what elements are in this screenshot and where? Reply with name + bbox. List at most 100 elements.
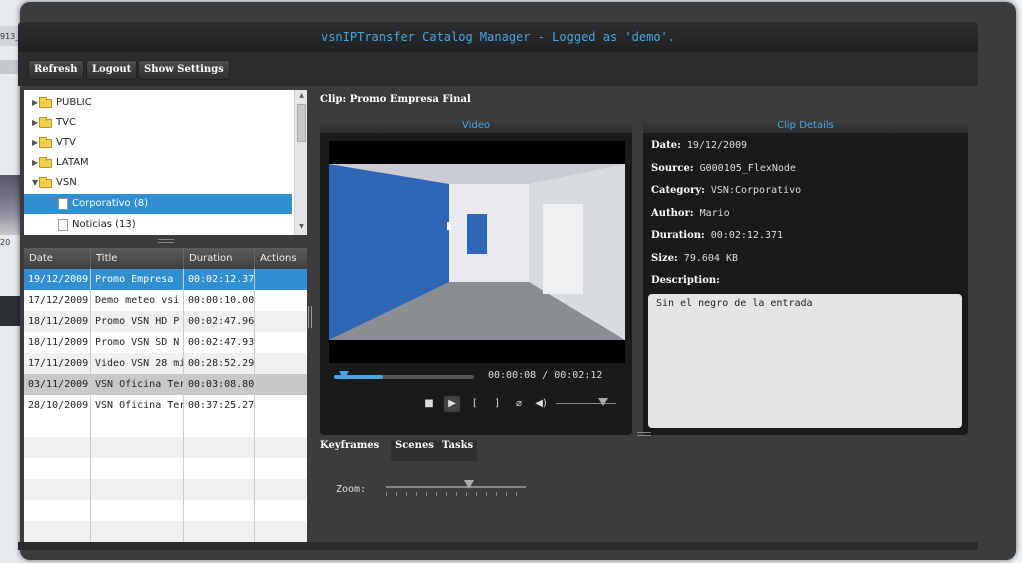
detail-description-label: Description: <box>651 275 720 286</box>
refresh-button[interactable]: Refresh <box>28 60 84 80</box>
column-header-title[interactable]: Title <box>91 248 184 269</box>
document-icon <box>58 198 68 210</box>
expand-arrow-icon[interactable]: ▶ <box>32 113 38 133</box>
column-header-date[interactable]: Date <box>24 248 91 269</box>
empty-cell <box>184 437 255 458</box>
empty-cell <box>184 479 255 500</box>
table-row[interactable]: 17/12/2009 Demo meteo vsi 00:00:10.00 <box>24 290 307 311</box>
empty-cell <box>91 458 184 479</box>
empty-cell <box>184 416 255 437</box>
detail-value: VSN:Corporativo <box>710 185 802 196</box>
collapse-arrow-icon[interactable]: ▼ <box>32 173 38 193</box>
detail-value: G000105_FlexNode <box>699 163 796 174</box>
cell-date: 18/11/2009 <box>24 311 91 332</box>
mark-in-icon[interactable]: [ <box>467 396 483 412</box>
table-row <box>24 521 307 542</box>
tab-scenes[interactable]: Scenes <box>391 440 438 461</box>
tree-item-tvc[interactable]: ▶ TVC <box>24 113 292 133</box>
cell-title: Promo Empresa <box>91 269 184 290</box>
cell-duration: 00:28:52.29 <box>184 353 255 374</box>
mark-out-icon[interactable]: ] <box>489 396 505 412</box>
tree-table-splitter[interactable] <box>24 236 307 246</box>
table-row <box>24 458 307 479</box>
scroll-thumb[interactable] <box>297 104 306 142</box>
scroll-down-icon[interactable]: ▼ <box>297 223 306 233</box>
tree-item-latam[interactable]: ▶ LATAM <box>24 153 292 173</box>
cell-title: VSN Oficina Terr <box>91 374 184 395</box>
volume-handle-icon[interactable] <box>598 398 608 406</box>
detail-size: Size: 79.604 KB <box>651 253 738 264</box>
video-scrubber[interactable] <box>334 371 474 380</box>
cell-title: Promo VSN HD P <box>91 311 184 332</box>
clear-marks-icon[interactable]: ⌀ <box>511 396 527 412</box>
vertical-splitter[interactable] <box>307 306 313 328</box>
empty-cell <box>184 521 255 542</box>
detail-label: Description: <box>651 275 720 286</box>
detail-label: Duration: <box>651 230 705 241</box>
table-row[interactable]: 03/11/2009 VSN Oficina Terr 00:03:08.80 <box>24 374 307 395</box>
empty-cell <box>91 500 184 521</box>
tab-tasks[interactable]: Tasks <box>438 440 478 461</box>
detail-label: Size: <box>651 253 678 264</box>
video-player[interactable] <box>329 141 625 363</box>
table-row[interactable]: 18/11/2009 Promo VSN HD P 00:02:47.96 <box>24 311 307 332</box>
tab-keyframes[interactable]: Keyframes <box>316 440 384 461</box>
table-row[interactable]: 28/10/2009 VSN Oficina Terr 00:37:25.27 <box>24 395 307 416</box>
tree-item-label: VTV <box>56 137 76 148</box>
empty-cell <box>24 521 91 542</box>
tree-item-corporativo[interactable]: Corporativo (8) <box>24 194 292 214</box>
video-panel: Video 00:00:08 / 00:02:12 ■ ▶ [ ] ⌀ ◀) <box>320 119 632 435</box>
cell-title: Video VSN 28 mi <box>91 353 184 374</box>
detail-label: Source: <box>651 163 694 174</box>
detail-value: 79.604 KB <box>683 253 738 264</box>
empty-cell <box>184 458 255 479</box>
tree-item-label: PUBLIC <box>56 97 92 108</box>
tree-item-label: Noticias (13) <box>72 219 136 230</box>
expand-arrow-icon[interactable]: ▶ <box>32 93 38 113</box>
folder-icon <box>39 97 52 108</box>
logout-button[interactable]: Logout <box>86 60 138 80</box>
cell-date: 18/11/2009 <box>24 332 91 353</box>
show-settings-button[interactable]: Show Settings <box>138 60 230 80</box>
table-row[interactable]: 18/11/2009 Promo VSN SD N 00:02:47.93 <box>24 332 307 353</box>
volume-icon[interactable]: ◀) <box>533 396 549 412</box>
document-icon <box>58 219 68 231</box>
table-row <box>24 416 307 437</box>
cell-duration: 00:02:12.37 <box>184 269 255 290</box>
panel-splitter-grip-icon[interactable] <box>637 432 651 436</box>
splitter-grip-icon[interactable] <box>158 239 174 243</box>
open-folder-icon <box>39 177 52 188</box>
detail-label: Category: <box>651 185 705 196</box>
cell-actions <box>255 395 307 416</box>
stop-icon[interactable]: ■ <box>421 396 437 412</box>
tree-item-public[interactable]: ▶ PUBLIC <box>24 93 292 113</box>
table-row[interactable]: 17/11/2009 Video VSN 28 mi 00:28:52.29 <box>24 353 307 374</box>
detail-label: Author: <box>651 208 694 219</box>
play-icon[interactable]: ▶ <box>444 396 460 412</box>
tree-item-vtv[interactable]: ▶ VTV <box>24 133 292 153</box>
expand-arrow-icon[interactable]: ▶ <box>32 133 38 153</box>
detail-duration: Duration: 00:02:12.371 <box>651 230 783 241</box>
details-panel-header: Clip Details <box>643 119 968 133</box>
folder-icon <box>39 117 52 128</box>
column-header-actions[interactable]: Actions <box>255 248 307 269</box>
empty-cell <box>24 479 91 500</box>
folder-icon <box>39 137 52 148</box>
detail-source: Source: G000105_FlexNode <box>651 163 796 174</box>
tree-item-noticias[interactable]: Noticias (13) <box>24 215 292 235</box>
table-row[interactable]: 19/12/2009 Promo Empresa 00:02:12.37 <box>24 269 307 290</box>
scrubber-handle-icon[interactable] <box>339 371 349 380</box>
column-header-duration[interactable]: Duration <box>184 248 255 269</box>
description-field[interactable]: Sin el negro de la entrada <box>648 294 962 428</box>
background-text: 20 <box>0 238 11 247</box>
tree-scrollbar[interactable]: ▲ ▼ <box>294 90 307 235</box>
zoom-handle-icon[interactable] <box>464 480 474 489</box>
table-row <box>24 500 307 521</box>
expand-arrow-icon[interactable]: ▶ <box>32 153 38 173</box>
detail-label: Date: <box>651 140 681 151</box>
tree-item-vsn[interactable]: ▼ VSN <box>24 173 292 193</box>
cell-title: Promo VSN SD N <box>91 332 184 353</box>
scroll-up-icon[interactable]: ▲ <box>297 92 306 102</box>
zoom-slider[interactable] <box>386 486 526 488</box>
table-header: Date Title Duration Actions <box>24 248 307 269</box>
